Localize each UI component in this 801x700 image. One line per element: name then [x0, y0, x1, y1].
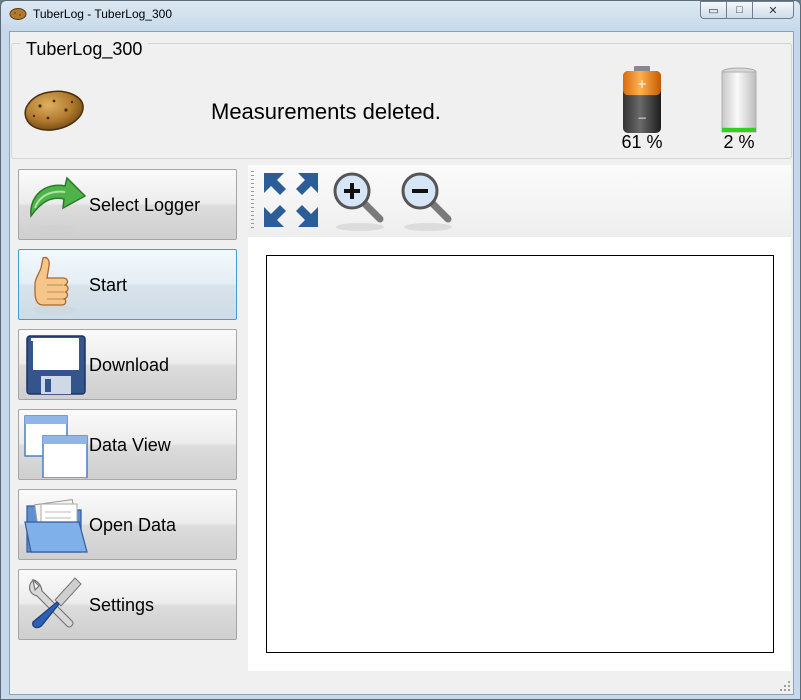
zoom-in-icon: [333, 172, 384, 231]
resize-grip-icon[interactable]: [779, 680, 791, 692]
open-data-label: Open Data: [89, 515, 177, 535]
svg-text:−: −: [637, 111, 647, 125]
thumbs-up-icon: [33, 256, 77, 315]
close-button[interactable]: ✕: [752, 1, 794, 19]
window-controls: ▭ □ ✕: [700, 1, 794, 21]
start-label: Start: [89, 275, 128, 295]
zoom-in-button[interactable]: [328, 167, 394, 233]
download-button[interactable]: Download: [18, 329, 237, 400]
logger-battery-icon: + −: [623, 66, 661, 133]
minimize-icon: ▭: [708, 4, 719, 17]
download-label: Download: [89, 355, 170, 375]
client-area: TuberLog_300 Measurements deleted. + − 6…: [9, 31, 794, 695]
settings-label: Settings: [89, 595, 155, 615]
zoom-out-icon: [401, 172, 452, 231]
fit-to-window-button[interactable]: [258, 167, 324, 233]
close-icon: ✕: [768, 4, 778, 17]
status-bar: [10, 673, 793, 694]
select-logger-button[interactable]: Select Logger: [18, 169, 237, 240]
window-title: TuberLog - TuberLog_300: [33, 7, 172, 21]
floppy-disk-icon: [26, 335, 86, 395]
expand-arrows-icon: [264, 173, 318, 227]
potato-logo-icon: [24, 90, 84, 131]
select-logger-label: Select Logger: [89, 195, 201, 215]
maximize-icon: □: [736, 4, 743, 16]
open-data-button[interactable]: Open Data: [18, 489, 237, 560]
logger-battery-label: 61 %: [621, 132, 663, 152]
minimize-button[interactable]: ▭: [700, 1, 726, 19]
maximize-button[interactable]: □: [726, 1, 752, 19]
header-group: TuberLog_300 Measurements deleted. + − 6…: [11, 39, 792, 159]
green-arrow-icon: [29, 176, 87, 235]
svg-text:+: +: [637, 77, 647, 91]
start-button[interactable]: Start: [18, 249, 237, 320]
folder-icon: [24, 498, 88, 553]
logger-name-title: TuberLog_300: [20, 39, 149, 60]
toolbar-grip[interactable]: [251, 171, 254, 231]
status-message: Measurements deleted.: [211, 99, 441, 124]
data-view-label: Data View: [89, 435, 171, 455]
title-bar[interactable]: TuberLog - TuberLog_300 ▭ □ ✕: [1, 1, 800, 28]
chart-panel: [248, 165, 791, 671]
wrench-screwdriver-icon: [28, 577, 82, 636]
app-window: TuberLog - TuberLog_300 ▭ □ ✕ TuberLog_3…: [0, 0, 801, 700]
device-battery-icon: [721, 67, 757, 133]
device-battery-label: 2 %: [723, 132, 755, 152]
potato-app-icon: [9, 8, 27, 20]
windows-icon: [24, 415, 88, 478]
data-view-button[interactable]: Data View: [18, 409, 237, 480]
settings-button[interactable]: Settings: [18, 569, 237, 640]
chart-toolbar: [248, 165, 791, 237]
plot-area[interactable]: [266, 255, 774, 653]
zoom-out-button[interactable]: [396, 167, 462, 233]
